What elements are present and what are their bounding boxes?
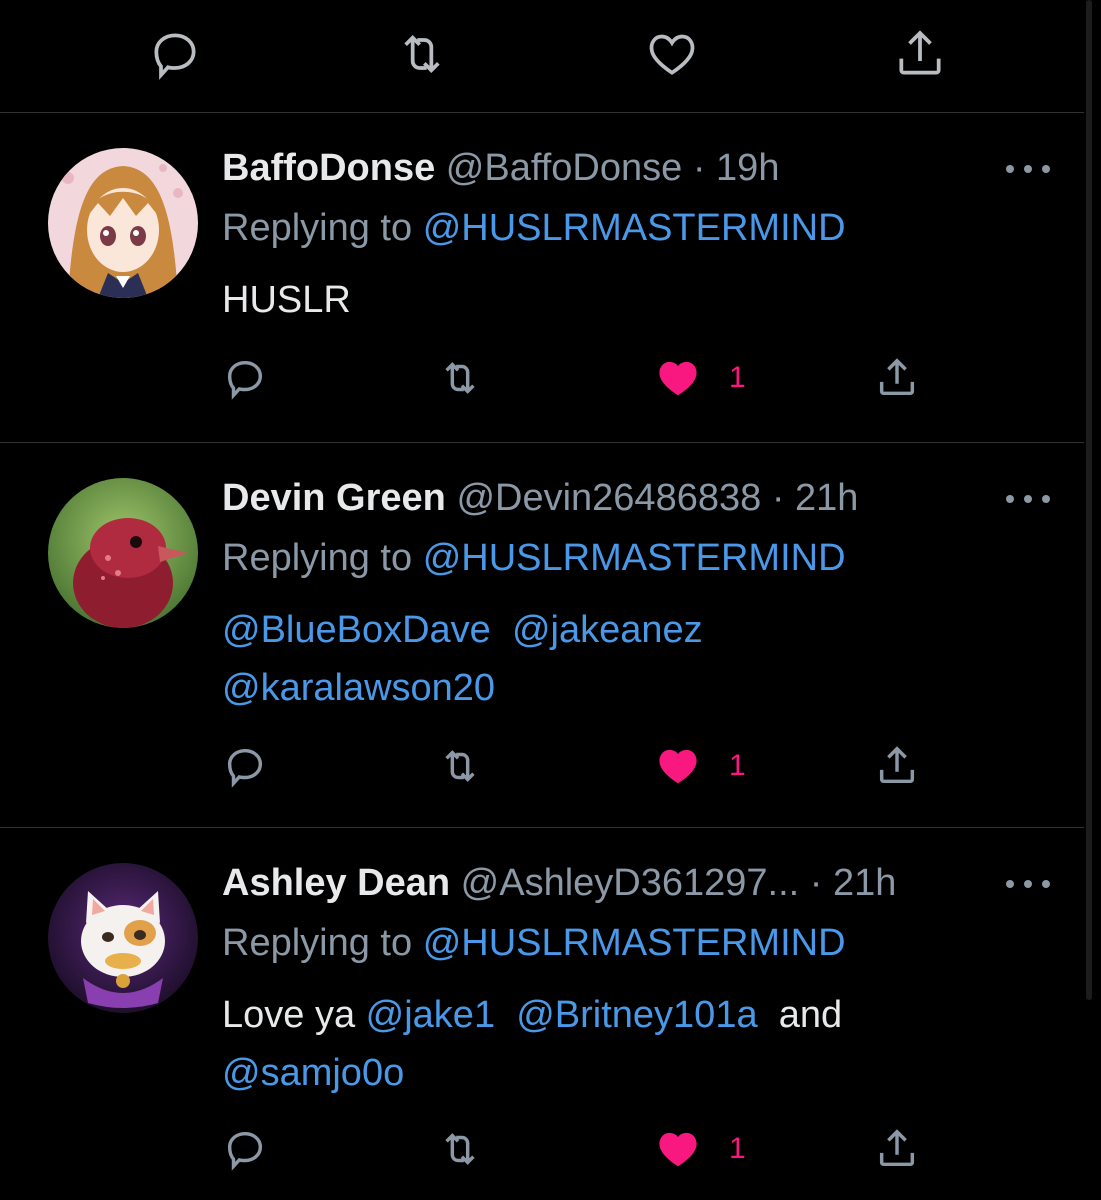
retweet-button[interactable] — [437, 353, 483, 403]
share-icon — [879, 746, 915, 784]
tweet-actions: 1 — [222, 353, 942, 403]
reply-button[interactable] — [222, 1124, 268, 1174]
user-handle[interactable]: @AshleyD361297... — [461, 862, 800, 904]
display-name[interactable]: BaffoDonse — [222, 147, 435, 189]
mention-link[interactable]: @Britney101a — [516, 994, 757, 1036]
like-button[interactable] — [642, 24, 702, 84]
replying-to: Replying to @HUSLRMASTERMIND — [222, 535, 846, 581]
share-button[interactable] — [874, 1124, 920, 1174]
share-icon — [899, 30, 941, 75]
tweet-text: HUSLR — [222, 271, 351, 329]
timestamp[interactable]: 21h — [833, 862, 896, 904]
avatar[interactable] — [48, 863, 198, 1013]
more-options-button[interactable] — [1006, 488, 1050, 508]
retweet-button[interactable] — [392, 24, 452, 84]
tweet-header: Devin Green @Devin26486838 · 21h — [222, 475, 858, 521]
share-button[interactable] — [874, 353, 920, 403]
mention-link[interactable]: @karalawson20 — [222, 667, 495, 709]
reply-tweet[interactable]: Ashley Dean @AshleyD361297... · 21h Repl… — [0, 828, 1084, 1200]
retweet-button[interactable] — [437, 1124, 483, 1174]
reply-tweet[interactable]: BaffoDonse @BaffoDonse · 19h Replying to… — [0, 113, 1084, 443]
parent-tweet-actions — [0, 0, 1084, 113]
anime-girl-avatar-icon — [48, 148, 198, 298]
reply-button[interactable] — [222, 353, 268, 403]
heart-filled-icon — [659, 1132, 697, 1167]
scrollbar[interactable] — [1086, 0, 1092, 1000]
like-count: 1 — [729, 361, 746, 394]
more-icon — [1006, 495, 1014, 503]
more-options-button[interactable] — [1006, 158, 1050, 178]
reply-icon — [227, 1131, 263, 1171]
replying-to: Replying to @HUSLRMASTERMIND — [222, 920, 846, 966]
reply-tweet[interactable]: Devin Green @Devin26486838 · 21h Replyin… — [0, 443, 1084, 828]
tweet-body-text: HUSLR — [222, 279, 351, 321]
retweet-icon — [445, 1133, 475, 1165]
share-icon — [879, 358, 915, 396]
tweet-text: @BlueBoxDave @jakeanez @karalawson20 — [222, 601, 703, 717]
replying-prefix: Replying to — [222, 922, 413, 964]
more-icon — [1006, 880, 1014, 888]
tweet-body-text: and — [778, 994, 843, 1036]
like-icon — [649, 34, 695, 75]
replying-mention[interactable]: @HUSLRMASTERMIND — [423, 922, 846, 964]
like-button[interactable]: 1 — [655, 741, 746, 791]
share-button[interactable] — [874, 741, 920, 791]
mention-link[interactable]: @jake1 — [366, 994, 495, 1036]
tweet-header: Ashley Dean @AshleyD361297... · 21h — [222, 860, 896, 906]
retweet-icon — [445, 750, 475, 782]
avatar[interactable] — [48, 478, 198, 628]
timestamp[interactable]: 19h — [716, 147, 779, 189]
more-options-button[interactable] — [1006, 873, 1050, 893]
heart-filled-icon — [659, 361, 697, 396]
tweet-actions: 1 — [222, 741, 942, 791]
tweet-text: Love ya @jake1 @Britney101a and @samjo0o — [222, 986, 842, 1102]
like-count: 1 — [729, 1132, 746, 1165]
tweet-header: BaffoDonse @BaffoDonse · 19h — [222, 145, 779, 191]
reply-icon — [154, 33, 196, 80]
replying-mention[interactable]: @HUSLRMASTERMIND — [423, 207, 846, 249]
separator-dot: · — [809, 862, 823, 904]
more-icon — [1006, 165, 1014, 173]
mention-link[interactable]: @BlueBoxDave — [222, 609, 491, 651]
replying-to: Replying to @HUSLRMASTERMIND — [222, 205, 846, 251]
reply-icon — [227, 360, 263, 400]
reply-icon — [227, 748, 263, 788]
replying-prefix: Replying to — [222, 537, 413, 579]
separator-dot: · — [692, 147, 706, 189]
retweet-button[interactable] — [437, 741, 483, 791]
user-handle[interactable]: @BaffoDonse — [446, 147, 682, 189]
share-button[interactable] — [890, 24, 950, 84]
tweet-body-text: Love ya — [222, 994, 356, 1036]
red-bird-avatar-icon — [48, 478, 198, 628]
display-name[interactable]: Ashley Dean — [222, 862, 450, 904]
replying-mention[interactable]: @HUSLRMASTERMIND — [423, 537, 846, 579]
retweet-icon — [404, 35, 440, 73]
user-handle[interactable]: @Devin26486838 — [456, 477, 761, 519]
mention-link[interactable]: @samjo0o — [222, 1052, 404, 1094]
like-button[interactable]: 1 — [655, 353, 746, 403]
reply-button[interactable] — [222, 741, 268, 791]
mention-link[interactable]: @jakeanez — [512, 609, 703, 651]
tweet-actions: 1 — [222, 1124, 942, 1174]
heart-filled-icon — [659, 749, 697, 784]
avatar[interactable] — [48, 148, 198, 298]
separator-dot: · — [771, 477, 785, 519]
reply-button[interactable] — [145, 24, 205, 84]
replying-prefix: Replying to — [222, 207, 413, 249]
like-count: 1 — [729, 749, 746, 782]
retweet-icon — [445, 362, 475, 394]
cat-avatar-icon — [48, 863, 198, 1013]
display-name[interactable]: Devin Green — [222, 477, 446, 519]
share-icon — [879, 1129, 915, 1167]
timestamp[interactable]: 21h — [795, 477, 858, 519]
like-button[interactable]: 1 — [655, 1124, 746, 1174]
